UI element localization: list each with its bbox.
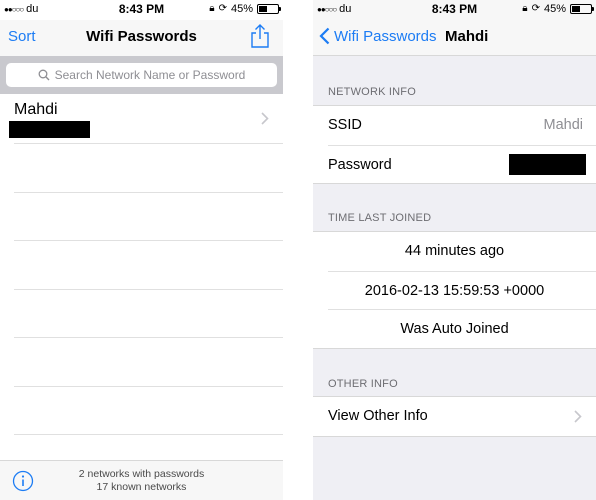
orientation-lock-icon: ⟳ <box>531 3 540 14</box>
status-bar: ●●○○○ du 8:43 PM 🔒︎ ⟳ 45% <box>0 0 283 20</box>
password-label: Password <box>328 156 392 173</box>
time-last-joined-group: 44 minutes ago 2016-02-13 15:59:53 +0000… <box>313 231 596 349</box>
orientation-lock-icon: ⟳ <box>218 3 227 14</box>
network-list-screen: ●●○○○ du 8:43 PM 🔒︎ ⟳ 45% Sort Wifi Pass… <box>0 0 283 500</box>
empty-row <box>14 387 283 435</box>
ssid-value: Mahdi <box>543 117 584 133</box>
section-header-network-info: NETWORK INFO <box>328 86 416 98</box>
battery-icon <box>570 4 594 14</box>
battery-percent: 45% <box>543 3 566 15</box>
page-title: Mahdi <box>445 28 489 45</box>
search-input[interactable]: Search Network Name or Password <box>6 63 277 87</box>
search-icon <box>38 69 50 81</box>
empty-row <box>14 241 283 290</box>
status-bar: ●●○○○ du 8:43 PM 🔒︎ ⟳ 45% <box>313 0 596 20</box>
battery-icon <box>257 4 281 14</box>
empty-row <box>14 338 283 387</box>
back-button[interactable]: Wifi Passwords <box>319 27 437 45</box>
empty-row <box>14 144 283 193</box>
redacted-password <box>9 121 90 138</box>
password-row[interactable]: Password <box>328 144 596 184</box>
network-list: Mahdi <box>0 94 283 484</box>
chevron-right-icon <box>261 112 269 125</box>
lock-icon: 🔒︎ <box>209 3 215 14</box>
timestamp: 2016-02-13 15:59:53 +0000 <box>364 282 545 299</box>
view-other-info-row[interactable]: View Other Info <box>313 397 596 436</box>
list-item[interactable]: Mahdi <box>9 94 283 144</box>
ssid-row: SSID Mahdi <box>313 106 596 145</box>
search-bar: Search Network Name or Password <box>0 56 283 94</box>
network-info-group: SSID Mahdi Password <box>313 105 596 184</box>
auto-joined-text: Was Auto Joined <box>400 321 509 337</box>
other-info-group: View Other Info <box>313 396 596 437</box>
empty-row <box>14 193 283 241</box>
network-count: 2 networks with passwords 17 known netwo… <box>78 468 205 493</box>
relative-time: 44 minutes ago <box>404 243 505 259</box>
relative-time-row: 44 minutes ago <box>313 232 596 271</box>
section-header-time-last-joined: TIME LAST JOINED <box>328 212 432 224</box>
battery-percent: 45% <box>230 3 253 15</box>
auto-joined-row: Was Auto Joined <box>328 309 596 348</box>
network-name: Mahdi <box>14 101 58 118</box>
view-other-info-label: View Other Info <box>328 408 428 424</box>
empty-row <box>14 290 283 338</box>
ssid-label: SSID <box>328 117 362 133</box>
nav-bar: Wifi Passwords Mahdi <box>313 20 596 56</box>
chevron-left-icon <box>319 27 330 45</box>
nav-bar: Sort Wifi Passwords <box>0 20 283 56</box>
page-title: Wifi Passwords <box>86 28 197 45</box>
chevron-right-icon <box>574 410 582 423</box>
bottom-toolbar: 2 networks with passwords 17 known netwo… <box>0 460 283 500</box>
search-placeholder: Search Network Name or Password <box>54 68 246 82</box>
back-label: Wifi Passwords <box>334 27 437 45</box>
lock-icon: 🔒︎ <box>522 3 528 14</box>
redacted-password <box>509 153 586 175</box>
share-icon[interactable] <box>249 24 271 48</box>
info-icon[interactable] <box>12 470 34 492</box>
network-detail-screen: ●●○○○ du 8:43 PM 🔒︎ ⟳ 45% Wifi Passwords… <box>313 0 596 500</box>
section-header-other-info: OTHER INFO <box>328 378 398 390</box>
timestamp-row: 2016-02-13 15:59:53 +0000 <box>328 270 596 310</box>
